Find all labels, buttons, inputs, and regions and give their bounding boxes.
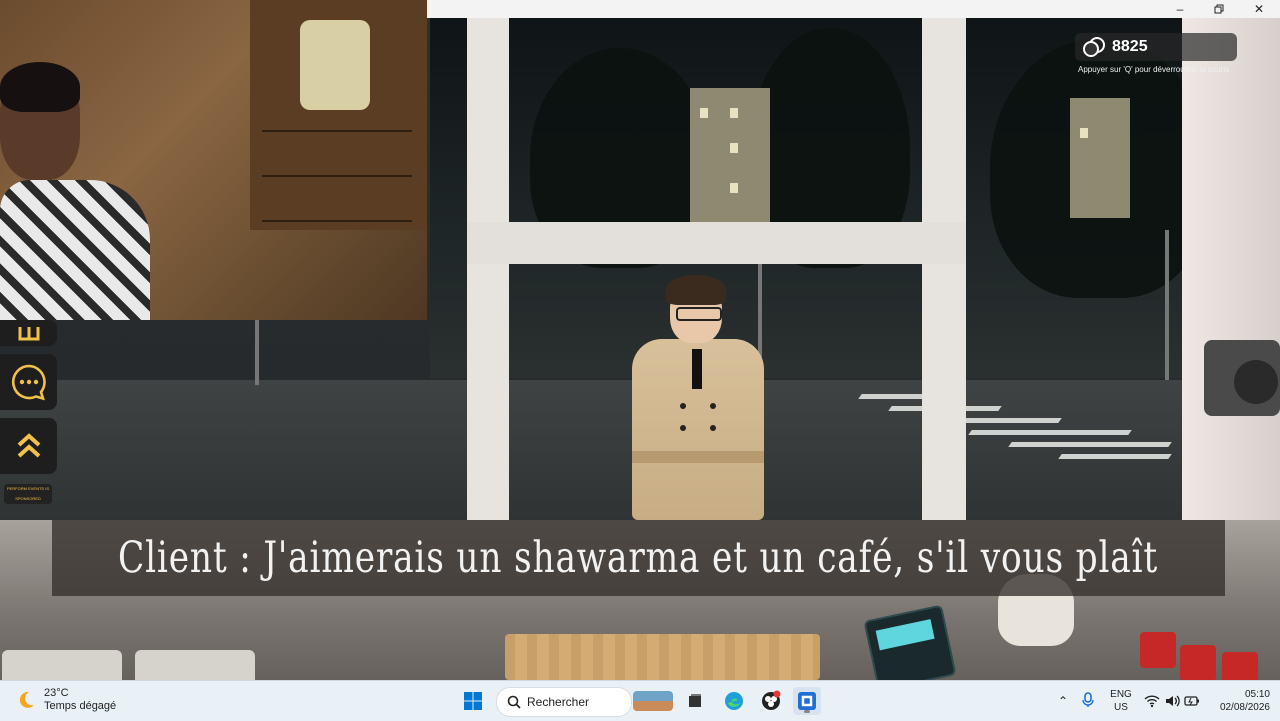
edge-button[interactable] (720, 687, 748, 715)
battery-icon (1184, 696, 1199, 706)
task-view-icon (689, 694, 701, 707)
ingredient-bowl[interactable] (2, 650, 122, 680)
menu-button[interactable] (0, 320, 57, 346)
dialogue-subtitle: Client : J'aimerais un shawarma et un ca… (52, 520, 1225, 596)
unlock-mouse-hint: Appuyer sur 'Q' pour déverrouiller la so… (1078, 65, 1230, 74)
gift-box (1222, 652, 1258, 680)
obs-button[interactable] (757, 687, 785, 715)
currency-display: 8825 (1075, 33, 1237, 61)
chat-button[interactable] (0, 354, 57, 410)
expand-button[interactable] (0, 418, 57, 474)
microphone-icon[interactable] (1081, 691, 1095, 711)
lang-bottom: US (1114, 702, 1128, 713)
system-tray: ⌃ (1053, 681, 1095, 721)
webcam-overlay (0, 0, 427, 320)
restore-button[interactable] (1199, 0, 1239, 18)
clock[interactable]: 05:10 02/08/2026 (1206, 688, 1270, 714)
minimize-icon: – (1176, 2, 1184, 16)
customer-character[interactable] (628, 275, 768, 520)
taskbar-search[interactable]: Rechercher (496, 687, 632, 717)
window-title-bar: – ✕ (427, 0, 1280, 18)
coins-icon (1083, 37, 1105, 57)
restore-icon (1214, 4, 1224, 14)
close-button[interactable]: ✕ (1239, 0, 1279, 18)
obs-icon (762, 690, 781, 710)
window-frame (922, 18, 966, 520)
sponsor-label[interactable]: PERFORM EVENTS IS SPONSORED (4, 484, 52, 504)
widgets-button[interactable] (632, 687, 674, 715)
minimize-button[interactable]: – (1160, 0, 1200, 18)
currency-value: 8825 (1112, 38, 1148, 55)
ingredient-bowl[interactable] (135, 650, 255, 680)
chevron-up-icon[interactable]: ⌃ (1053, 694, 1073, 708)
windows-taskbar: 23°C Temps dégagé Rechercher ⌃ ENG US 05… (0, 680, 1280, 721)
weather-widget[interactable]: 23°C Temps dégagé (16, 687, 116, 713)
chevrons-up-icon (17, 433, 40, 458)
search-placeholder: Rechercher (527, 695, 590, 709)
start-button[interactable] (459, 687, 487, 715)
chat-icon (11, 364, 46, 401)
roblox-button[interactable] (793, 687, 821, 715)
grid-icon (18, 327, 39, 341)
language-indicator[interactable]: ENG US (1106, 688, 1136, 714)
time: 05:10 (1244, 689, 1270, 700)
cutting-board[interactable] (505, 634, 820, 680)
volume-icon (1166, 695, 1180, 707)
shop-wall (1182, 18, 1280, 538)
edge-icon (725, 692, 743, 710)
quick-settings[interactable] (1144, 681, 1200, 721)
window-frame (467, 222, 966, 264)
window-frame (467, 18, 509, 520)
close-icon: ✕ (1253, 2, 1265, 16)
gift-box (1180, 645, 1216, 680)
weather-desc: Temps dégagé (44, 700, 117, 712)
moon-icon (19, 691, 34, 708)
landscape-icon (633, 691, 673, 711)
wifi-icon (1144, 695, 1160, 708)
task-view-button[interactable] (681, 687, 709, 715)
windows-icon (464, 692, 482, 710)
speaker (1204, 340, 1280, 416)
lang-top: ENG (1110, 689, 1132, 700)
dialogue-text: Client : J'aimerais un shawarma et un ca… (118, 533, 1159, 583)
weather-temp: 23°C (44, 687, 69, 699)
gift-box (1140, 632, 1176, 668)
roblox-icon (798, 692, 816, 710)
date: 02/08/2026 (1219, 702, 1270, 713)
search-icon (507, 695, 521, 709)
